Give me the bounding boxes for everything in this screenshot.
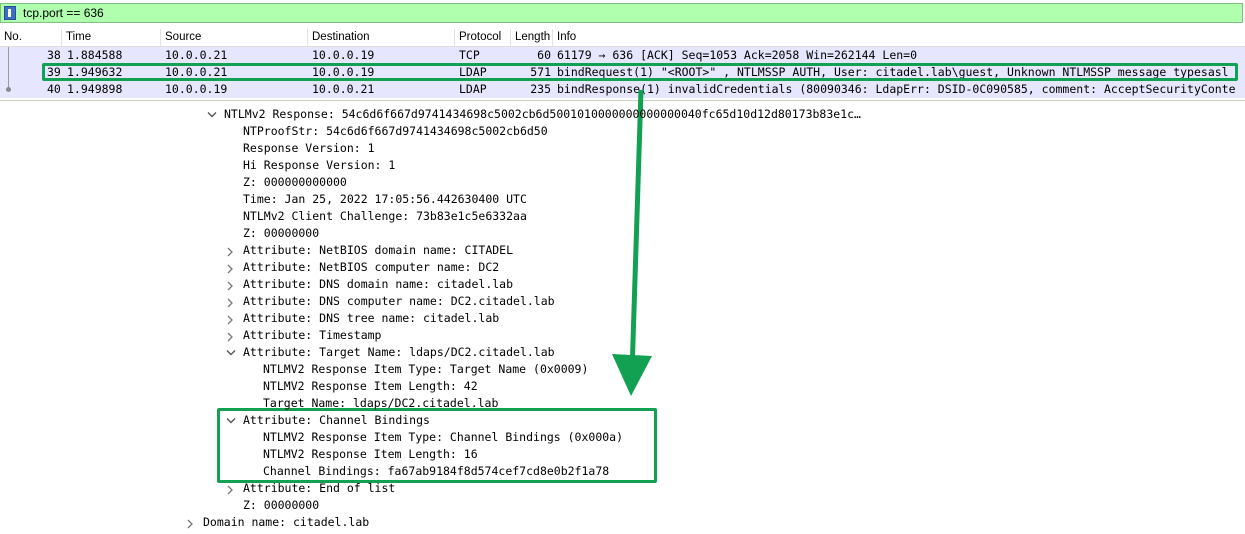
detail-tree-item[interactable]: Attribute: DNS computer name: DC2.citade…: [243, 293, 555, 310]
detail-tree-item[interactable]: Attribute: End of list: [243, 480, 395, 497]
packet-source: 10.0.0.19: [165, 82, 228, 96]
detail-tree-item[interactable]: Z: 000000000000: [243, 174, 347, 191]
packet-source: 10.0.0.21: [165, 48, 228, 62]
expand-arrow-icon[interactable]: [226, 294, 236, 311]
detail-tree-item[interactable]: Attribute: DNS tree name: citadel.lab: [243, 310, 499, 327]
bookmark-icon[interactable]: [4, 6, 16, 20]
packet-destination: 10.0.0.19: [312, 48, 375, 62]
column-header-length[interactable]: Length: [511, 29, 553, 46]
expand-arrow-icon[interactable]: [226, 260, 236, 277]
packet-no: 40: [47, 82, 61, 96]
expand-arrow-icon[interactable]: [226, 243, 236, 260]
detail-tree-item[interactable]: Attribute: Timestamp: [243, 327, 381, 344]
detail-tree-item[interactable]: NTLMV2 Response Item Type: Target Name (…: [263, 361, 588, 378]
column-header-destination[interactable]: Destination: [308, 29, 455, 46]
detail-tree-item[interactable]: Attribute: NetBIOS computer name: DC2: [243, 259, 499, 276]
column-header-time[interactable]: Time: [62, 29, 161, 46]
detail-tree-item[interactable]: NTLMv2 Response: 54c6d6f667d9741434698c5…: [224, 106, 861, 123]
packet-length: 60: [537, 48, 551, 62]
detail-tree-item[interactable]: NTLMV2 Response Item Type: Channel Bindi…: [263, 429, 623, 446]
packet-destination: 10.0.0.21: [312, 82, 375, 96]
display-filter-bar[interactable]: tcp.port == 636: [0, 3, 1243, 23]
collapse-arrow-icon[interactable]: [226, 345, 236, 362]
detail-tree-item[interactable]: Hi Response Version: 1: [243, 157, 395, 174]
packet-no: 38: [47, 48, 61, 62]
selected-packet-highlight: [42, 63, 1238, 81]
detail-tree-item[interactable]: NTLMv2 Client Challenge: 73b83e1c5e6332a…: [243, 208, 527, 225]
column-header-info[interactable]: Info: [553, 29, 1245, 46]
detail-tree-item[interactable]: Z: 00000000: [243, 497, 319, 514]
detail-tree-item[interactable]: Attribute: NetBIOS domain name: CITADEL: [243, 242, 513, 259]
column-header-no[interactable]: No.: [0, 29, 62, 46]
detail-tree-item[interactable]: Z: 00000000: [243, 225, 319, 242]
collapse-arrow-icon[interactable]: [226, 413, 236, 430]
packet-protocol: LDAP: [459, 82, 487, 96]
packet-list-header: No. Time Source Destination Protocol Len…: [0, 29, 1245, 47]
expand-arrow-icon[interactable]: [226, 481, 236, 498]
column-header-source[interactable]: Source: [161, 29, 308, 46]
packet-length: 235: [530, 82, 551, 96]
detail-tree-item[interactable]: NTLMV2 Response Item Length: 16: [263, 446, 478, 463]
expand-arrow-icon[interactable]: [226, 277, 236, 294]
expand-arrow-icon[interactable]: [226, 328, 236, 345]
detail-tree-item[interactable]: Domain name: citadel.lab: [203, 514, 369, 531]
detail-tree-item[interactable]: Target Name: ldaps/DC2.citadel.lab: [263, 395, 498, 412]
packet-info: 61179 → 636 [ACK] Seq=1053 Ack=2058 Win=…: [557, 48, 918, 62]
expand-arrow-icon[interactable]: [226, 311, 236, 328]
collapse-arrow-icon[interactable]: [207, 107, 217, 124]
annotation-arrow-icon: [612, 89, 652, 396]
detail-tree-item[interactable]: Attribute: Target Name: ldaps/DC2.citade…: [243, 344, 555, 361]
packet-time: 1.949898: [67, 82, 123, 96]
detail-tree-item[interactable]: NTLMV2 Response Item Length: 42: [263, 378, 478, 395]
packet-protocol: TCP: [459, 48, 480, 62]
packet-time: 1.884588: [67, 48, 123, 62]
detail-tree-item[interactable]: Attribute: DNS domain name: citadel.lab: [243, 276, 513, 293]
expand-arrow-icon[interactable]: [186, 515, 196, 532]
detail-tree-item[interactable]: Channel Bindings: fa67ab9184f8d574cef7cd…: [263, 463, 609, 480]
filter-input[interactable]: tcp.port == 636: [23, 6, 104, 21]
related-packet-line: [8, 47, 9, 91]
packet-row[interactable]: 38 1.884588 10.0.0.21 10.0.0.19 TCP 60 6…: [0, 47, 1245, 64]
detail-tree-item[interactable]: Attribute: Channel Bindings: [243, 412, 430, 429]
detail-tree-item[interactable]: NTProofStr: 54c6d6f667d9741434698c5002cb…: [243, 123, 548, 140]
detail-tree-item[interactable]: Time: Jan 25, 2022 17:05:56.442630400 UT…: [243, 191, 527, 208]
detail-tree-item[interactable]: Response Version: 1: [243, 140, 375, 157]
column-header-protocol[interactable]: Protocol: [455, 29, 511, 46]
related-packet-dot-icon: [6, 87, 11, 92]
